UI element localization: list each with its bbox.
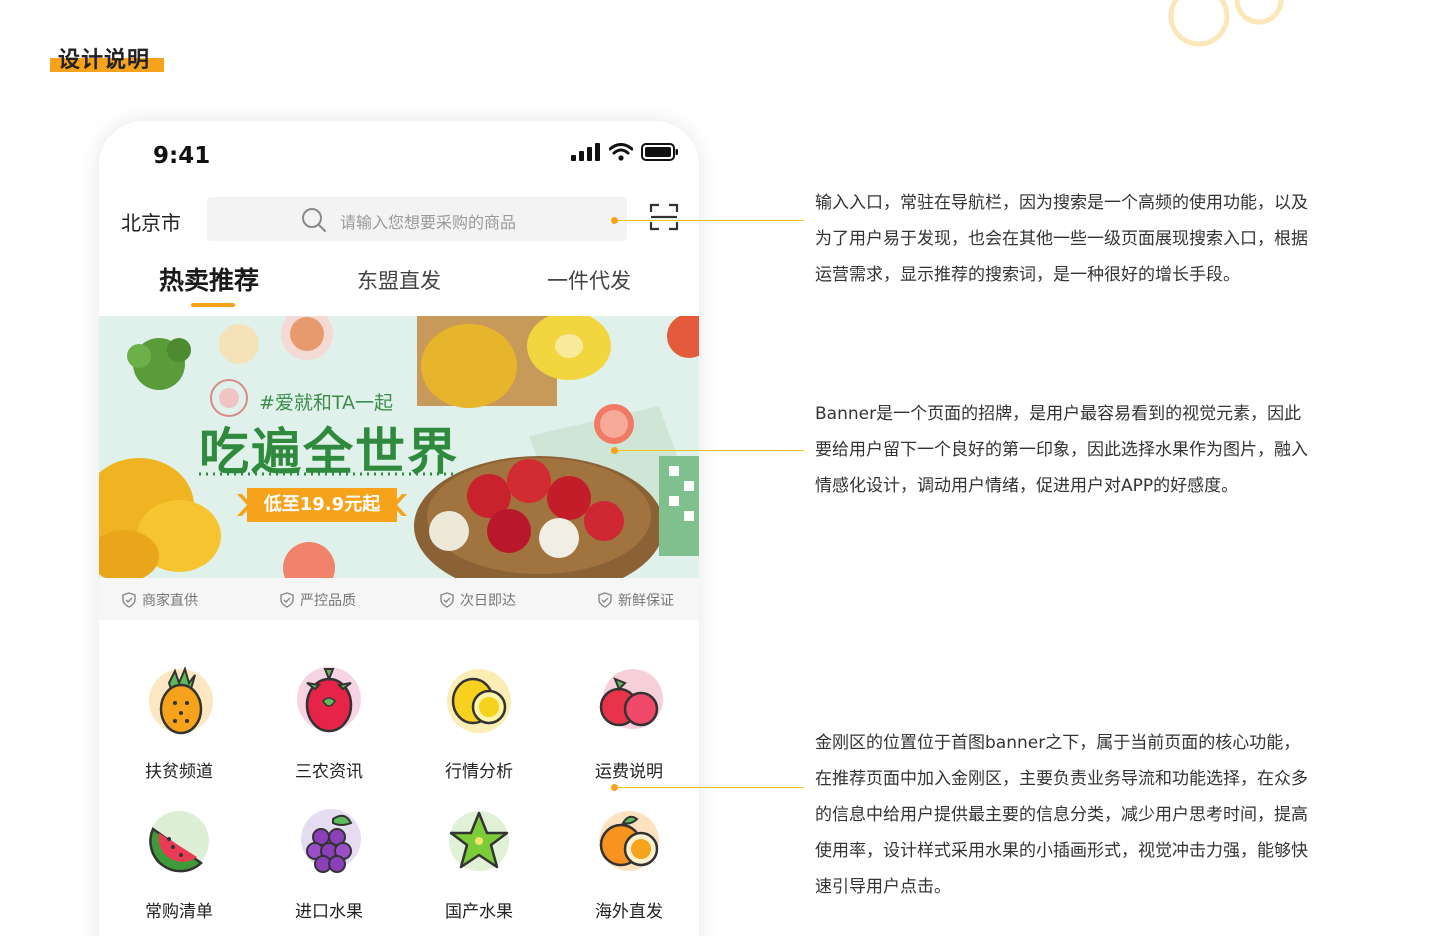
- grid-item-label: 海外直发: [595, 902, 663, 922]
- note-line: 速引导用户点击。: [815, 877, 951, 897]
- annotation-line-search: [618, 220, 804, 221]
- status-icons: [571, 143, 679, 161]
- grid-item-frequent-list[interactable]: 常购清单: [124, 801, 234, 922]
- annotation-line-grid: [618, 787, 804, 788]
- note-line: 的信息中给用户提供最主要的信息分类，减少用户思考时间，提高: [815, 805, 1308, 825]
- grid-item-overseas-direct[interactable]: 海外直发: [574, 801, 684, 922]
- note-line: 运营需求，显示推荐的搜索词，是一种很好的增长手段。: [815, 265, 1240, 285]
- grid-item-label: 国产水果: [445, 902, 513, 922]
- note-line: 在推荐页面中加入金刚区，主要负责业务导流和功能选择，在众多: [815, 769, 1308, 789]
- grid-item-label: 运费说明: [595, 762, 663, 782]
- promo-banner[interactable]: #爱就和TA一起 吃遍全世界 低至19.9元起: [99, 316, 699, 578]
- shield-check-icon: [280, 592, 294, 608]
- banner-price-badge: 低至19.9元起: [237, 488, 407, 522]
- note-line: 要给用户留下一个良好的第一印象，因此选择水果作为图片，融入: [815, 440, 1308, 460]
- guarantee-label: 严控品质: [300, 593, 356, 609]
- annotation-dot-search: [611, 217, 618, 224]
- guarantee-item: 严控品质: [279, 590, 356, 610]
- active-tab-indicator: [191, 303, 235, 307]
- navigation-bar: 北京市 请输入您想要采购的商品: [99, 195, 699, 243]
- guarantee-item: 商家直供: [121, 590, 198, 610]
- grid-item-label: 扶贫频道: [145, 762, 213, 782]
- note-search: 输入入口，常驻在导航栏，因为搜索是一个高频的使用功能，以及 为了用户易于发现，也…: [815, 185, 1355, 293]
- grid-item-poverty-channel[interactable]: 扶贫频道: [124, 661, 234, 782]
- tab-asean-direct[interactable]: 东盟直发: [357, 265, 441, 295]
- signal-icon: [571, 143, 600, 161]
- grid-item-market-analysis[interactable]: 行情分析: [424, 661, 534, 782]
- starfruit-icon: [449, 811, 509, 871]
- guarantee-label: 商家直供: [142, 593, 198, 609]
- section-title: 设计说明: [50, 42, 164, 74]
- grid-item-label: 行情分析: [445, 762, 513, 782]
- service-guarantees: 商家直供 严控品质 次日即达 新鲜保证: [99, 578, 699, 620]
- tab-dropshipping[interactable]: 一件代发: [547, 265, 631, 295]
- status-bar: 9:41: [99, 121, 699, 187]
- grape-icon: [301, 809, 361, 873]
- grid-item-label: 进口水果: [295, 902, 363, 922]
- grid-item-imported-fruit[interactable]: 进口水果: [274, 801, 384, 922]
- banner-price: 低至19.9元起: [247, 488, 397, 522]
- lychee-icon: [599, 669, 663, 729]
- grid-item-label: 三农资讯: [295, 762, 363, 782]
- decorative-circles-icon: [1168, 0, 1284, 47]
- phone-mockup: 9:41 北京市 请输入您想要采购的商品 热卖推荐 东盟直发 一件代发 #爱就和…: [99, 121, 699, 936]
- shield-check-icon: [122, 592, 136, 608]
- lemon-icon: [447, 669, 511, 733]
- scan-icon[interactable]: [649, 202, 679, 232]
- note-line: Banner是一个页面的招牌，是用户最容易看到的视觉元素，因此: [815, 404, 1302, 424]
- note-line: 为了用户易于发现，也会在其他一些一级页面展现搜索入口，根据: [815, 229, 1308, 249]
- search-placeholder: 请输入您想要采购的商品: [340, 213, 517, 232]
- note-line: 情感化设计，调动用户情绪，促进用户对APP的好感度。: [815, 476, 1239, 496]
- guarantee-label: 次日即达: [460, 593, 516, 609]
- section-title-text: 设计说明: [58, 48, 151, 73]
- city-selector[interactable]: 北京市: [121, 207, 181, 236]
- note-banner: Banner是一个页面的招牌，是用户最容易看到的视觉元素，因此 要给用户留下一个…: [815, 396, 1355, 504]
- watermelon-icon: [149, 811, 209, 873]
- tab-hot-recommend[interactable]: 热卖推荐: [159, 261, 259, 297]
- grid-item-label: 常购清单: [145, 902, 213, 922]
- orange-icon: [599, 811, 659, 871]
- dragonfruit-icon: [297, 667, 361, 733]
- battery-icon: [641, 143, 678, 161]
- guarantee-item: 新鲜保证: [597, 590, 674, 610]
- note-line: 使用率，设计样式采用水果的小插画形式，视觉冲击力强，能够快: [815, 841, 1308, 861]
- guarantee-item: 次日即达: [439, 590, 516, 610]
- note-line: 输入入口，常驻在导航栏，因为搜索是一个高频的使用功能，以及: [815, 193, 1308, 213]
- search-icon: [302, 208, 326, 232]
- guarantee-label: 新鲜保证: [618, 593, 674, 609]
- annotation-dot-grid: [611, 784, 618, 791]
- wifi-icon: [609, 143, 633, 161]
- shield-check-icon: [598, 592, 612, 608]
- search-input[interactable]: 请输入您想要采购的商品: [207, 197, 627, 241]
- annotation-line-banner: [618, 450, 804, 451]
- banner-tag: #爱就和TA一起: [259, 392, 394, 414]
- shield-check-icon: [440, 592, 454, 608]
- note-grid: 金刚区的位置位于首图banner之下，属于当前页面的核心功能， 在推荐页面中加入…: [815, 725, 1355, 905]
- banner-title: 吃遍全世界: [199, 423, 459, 481]
- status-time: 9:41: [153, 143, 211, 169]
- note-line: 金刚区的位置位于首图banner之下，属于当前页面的核心功能，: [815, 733, 1301, 753]
- grid-item-agri-news[interactable]: 三农资讯: [274, 661, 384, 782]
- annotation-dot-banner: [611, 447, 618, 454]
- pineapple-icon: [149, 666, 213, 735]
- grid-item-shipping-info[interactable]: 运费说明: [574, 661, 684, 782]
- category-tabs: 热卖推荐 东盟直发 一件代发: [99, 261, 699, 317]
- grid-item-domestic-fruit[interactable]: 国产水果: [424, 801, 534, 922]
